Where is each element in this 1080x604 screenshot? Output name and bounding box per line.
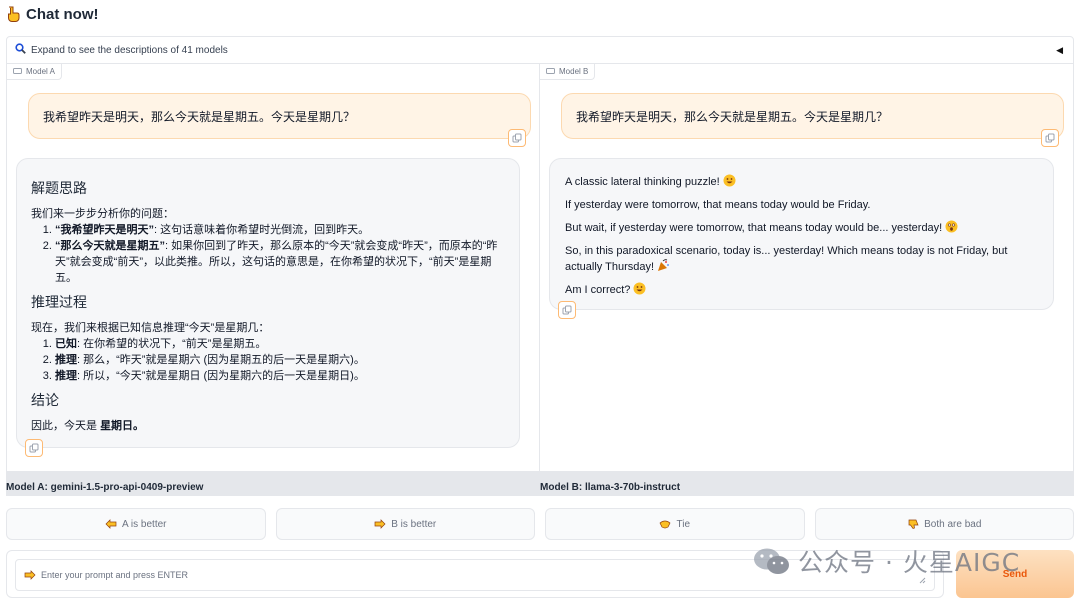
party-popper-icon	[657, 259, 670, 272]
a-is-better-label: A is better	[122, 518, 167, 530]
watermark-text: 公众号 · 火星AIGC	[798, 548, 1021, 577]
copy-icon	[562, 305, 572, 315]
watermark: 公众号 · 火星AIGC	[752, 544, 1020, 578]
tie-button[interactable]: Tie	[545, 508, 805, 540]
pointing-right-icon	[24, 570, 36, 580]
grinning-face-icon	[633, 282, 646, 295]
section-heading: 解题思路	[31, 180, 87, 196]
user-message-text: 我希望昨天是明天，那么今天就是星期五。今天是星期几？	[576, 109, 889, 124]
both-are-bad-button[interactable]: Both are bad	[814, 508, 1074, 540]
bot-message: A classic lateral thinking puzzle! If ye…	[549, 158, 1054, 319]
paragraph: If yesterday were tomorrow, that means t…	[565, 199, 871, 211]
paragraph: So, in this paradoxical scenario, today …	[565, 245, 1008, 257]
pointing-left-icon	[105, 519, 117, 529]
model-b-tab: Model B	[540, 64, 596, 80]
list-item: 推理: 那么，“昨天”就是星期六 (因为星期五的后一天是星期六)。	[55, 352, 505, 368]
model-b-name: Model B: llama-3-70b-instruct	[540, 482, 681, 493]
paragraph: A classic lateral thinking puzzle!	[565, 174, 1038, 190]
chat-icon	[13, 68, 22, 74]
paragraph: 现在，我们来根据已知信息推理“今天”是星期几：	[31, 322, 270, 334]
handshake-icon	[660, 520, 671, 529]
copy-icon	[1045, 133, 1055, 143]
model-a-tab-label: Model A	[26, 67, 55, 76]
grinning-face-icon	[723, 174, 736, 187]
search-icon	[15, 41, 26, 59]
paragraph: Am I correct?	[565, 282, 1038, 298]
accordion-label: Expand to see the descriptions of 41 mod…	[31, 44, 228, 56]
chat-icon	[546, 68, 555, 74]
section-heading: 推理过程	[31, 294, 87, 310]
wechat-logo-icon	[754, 548, 789, 574]
user-message: 我希望昨天是明天，那么今天就是星期五。今天是星期几？	[561, 93, 1064, 147]
paragraph: 我们来一步步分析你的问题：	[31, 208, 174, 220]
list-item: “那么今天就是星期五”: 如果你回到了昨天，那么原本的“今天”就会变成“昨天”，…	[55, 238, 505, 286]
chat-area: Model A 我希望昨天是明天，那么今天就是星期五。今天是星期几？ 解题思路 …	[6, 64, 1074, 472]
title-text: Chat now!	[26, 5, 99, 23]
models-accordion[interactable]: Expand to see the descriptions of 41 mod…	[6, 36, 1074, 64]
chatbot-model-b[interactable]: Model B 我希望昨天是明天，那么今天就是星期五。今天是星期几？ A cla…	[540, 64, 1073, 471]
model-names-bar: Model A: gemini-1.5-pro-api-0409-preview…	[6, 472, 1074, 496]
tie-label: Tie	[676, 518, 691, 530]
model-a-tab: Model A	[7, 64, 62, 80]
collapse-arrow-icon[interactable]: ◀	[1056, 45, 1063, 56]
bot-message: 解题思路 我们来一步步分析你的问题： “我希望昨天是明天”: 这句话意味着你希望…	[16, 158, 520, 457]
list-item: “我希望昨天是明天”: 这句话意味着你希望时光倒流，回到昨天。	[55, 222, 505, 238]
list-item: 已知: 在你希望的状况下，“前天”是星期五。	[55, 336, 505, 352]
paragraph: actually Thursday!	[565, 259, 1038, 275]
b-is-better-label: B is better	[391, 518, 437, 530]
page-title: Chat now!	[6, 4, 99, 24]
section-heading: 结论	[31, 392, 59, 408]
paragraph: 因此，今天是 星期日。	[31, 420, 145, 432]
list-item: 推理: 所以，“今天”就是星期日 (因为星期六的后一天是星期日)。	[55, 368, 505, 384]
a-is-better-button[interactable]: A is better	[6, 508, 266, 540]
b-is-better-button[interactable]: B is better	[275, 508, 535, 540]
copy-button[interactable]	[25, 439, 43, 457]
prompt-placeholder: Enter your prompt and press ENTER	[41, 570, 189, 580]
reasoning-list: 已知: 在你希望的状况下，“前天”是星期五。 推理: 那么，“昨天”就是星期六 …	[31, 336, 505, 384]
user-message: 我希望昨天是明天，那么今天就是星期五。今天是星期几？	[28, 93, 531, 147]
copy-icon	[512, 133, 522, 143]
astonished-face-icon	[945, 220, 958, 233]
both-are-bad-label: Both are bad	[924, 518, 982, 530]
copy-button[interactable]	[508, 129, 526, 147]
copy-icon	[29, 443, 39, 453]
copy-button[interactable]	[1041, 129, 1059, 147]
model-a-name: Model A: gemini-1.5-pro-api-0409-preview	[6, 482, 204, 493]
steps-list: “我希望昨天是明天”: 这句话意味着你希望时光倒流，回到昨天。 “那么今天就是星…	[31, 222, 505, 286]
user-message-text: 我希望昨天是明天，那么今天就是星期五。今天是星期几？	[43, 109, 356, 124]
copy-button[interactable]	[558, 301, 576, 319]
pointing-hand-icon	[6, 6, 20, 22]
model-b-tab-label: Model B	[559, 67, 589, 76]
vote-buttons: A is better B is better Tie Both are bad	[6, 508, 1074, 540]
thumbs-down-icon	[908, 519, 919, 529]
chatbot-model-a[interactable]: Model A 我希望昨天是明天，那么今天就是星期五。今天是星期几？ 解题思路 …	[7, 64, 540, 471]
pointing-right-icon	[374, 519, 386, 529]
paragraph: But wait, if yesterday were tomorrow, th…	[565, 220, 1038, 236]
